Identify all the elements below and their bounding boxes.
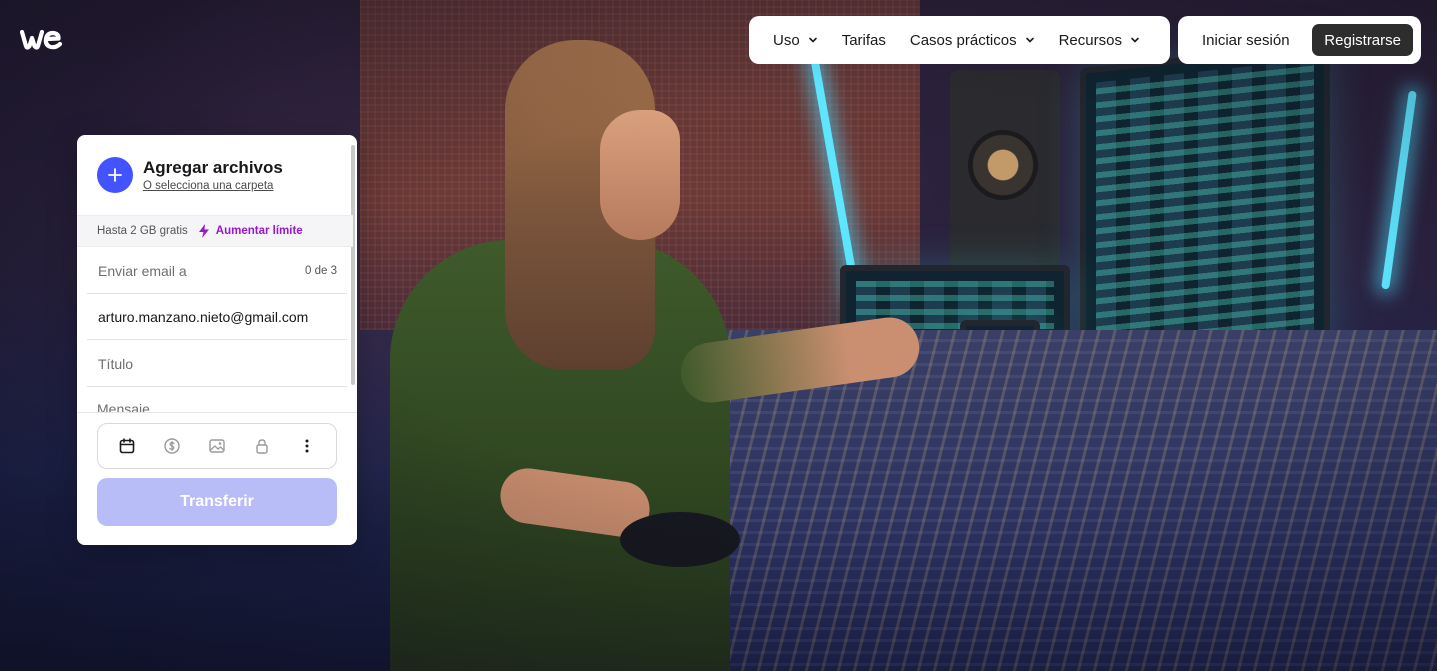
wetransfer-logo-icon[interactable]	[19, 26, 64, 54]
size-limit-text: Hasta 2 GB gratis	[97, 225, 188, 237]
main-nav: Uso Tarifas Casos prácticos Recursos	[749, 16, 1170, 64]
nav-item-uso[interactable]: Uso	[773, 32, 818, 49]
dollar-icon[interactable]	[161, 435, 183, 457]
add-files-title: Agregar archivos	[143, 158, 283, 177]
nav-item-label: Casos prácticos	[909, 31, 1017, 49]
size-limit-bar: Hasta 2 GB gratis Aumentar límite	[77, 215, 353, 247]
image-icon[interactable]	[206, 435, 228, 457]
title-field[interactable]	[87, 341, 347, 387]
nav-item-tarifas[interactable]: Tarifas	[842, 32, 886, 49]
nav-item-recursos[interactable]: Recursos	[1059, 32, 1140, 49]
email-to-input[interactable]	[98, 262, 306, 279]
signup-button[interactable]: Registrarse	[1312, 24, 1413, 56]
chevron-down-icon	[808, 37, 817, 43]
plus-icon	[108, 168, 122, 182]
nav-item-label: Recursos	[1058, 31, 1122, 49]
select-folder-link[interactable]: O selecciona una carpeta	[143, 180, 283, 192]
recipient-count: 0 de 3	[305, 264, 337, 277]
your-email-field[interactable]	[87, 294, 347, 340]
nav-item-label: Uso	[773, 31, 800, 49]
lock-icon[interactable]	[251, 435, 273, 457]
login-link[interactable]: Iniciar sesión	[1202, 32, 1290, 49]
email-to-field[interactable]: 0 de 3	[87, 248, 347, 294]
lightning-icon	[198, 224, 209, 238]
add-files-button[interactable]	[97, 157, 133, 193]
nav-item-casos-practicos[interactable]: Casos prácticos	[910, 32, 1035, 49]
nav-item-label: Tarifas	[841, 31, 886, 49]
transfer-button[interactable]: Transferir	[97, 478, 337, 526]
more-vertical-icon[interactable]	[296, 435, 318, 457]
chevron-down-icon	[1131, 37, 1139, 43]
your-email-input[interactable]	[98, 308, 337, 325]
upload-panel: Agregar archivos O selecciona una carpet…	[77, 135, 357, 545]
chevron-down-icon	[1025, 37, 1034, 43]
transfer-options-toolbar	[97, 423, 337, 469]
increase-limit-link[interactable]: Aumentar límite	[198, 224, 303, 238]
upload-footer: Transferir	[77, 412, 357, 545]
title-input[interactable]	[98, 355, 337, 372]
calendar-icon[interactable]	[116, 435, 138, 457]
panel-scrollbar[interactable]	[351, 145, 355, 385]
increase-limit-label: Aumentar límite	[215, 225, 303, 237]
auth-nav: Iniciar sesión Registrarse	[1178, 16, 1421, 64]
add-files-area[interactable]: Agregar archivos O selecciona una carpet…	[97, 157, 283, 193]
